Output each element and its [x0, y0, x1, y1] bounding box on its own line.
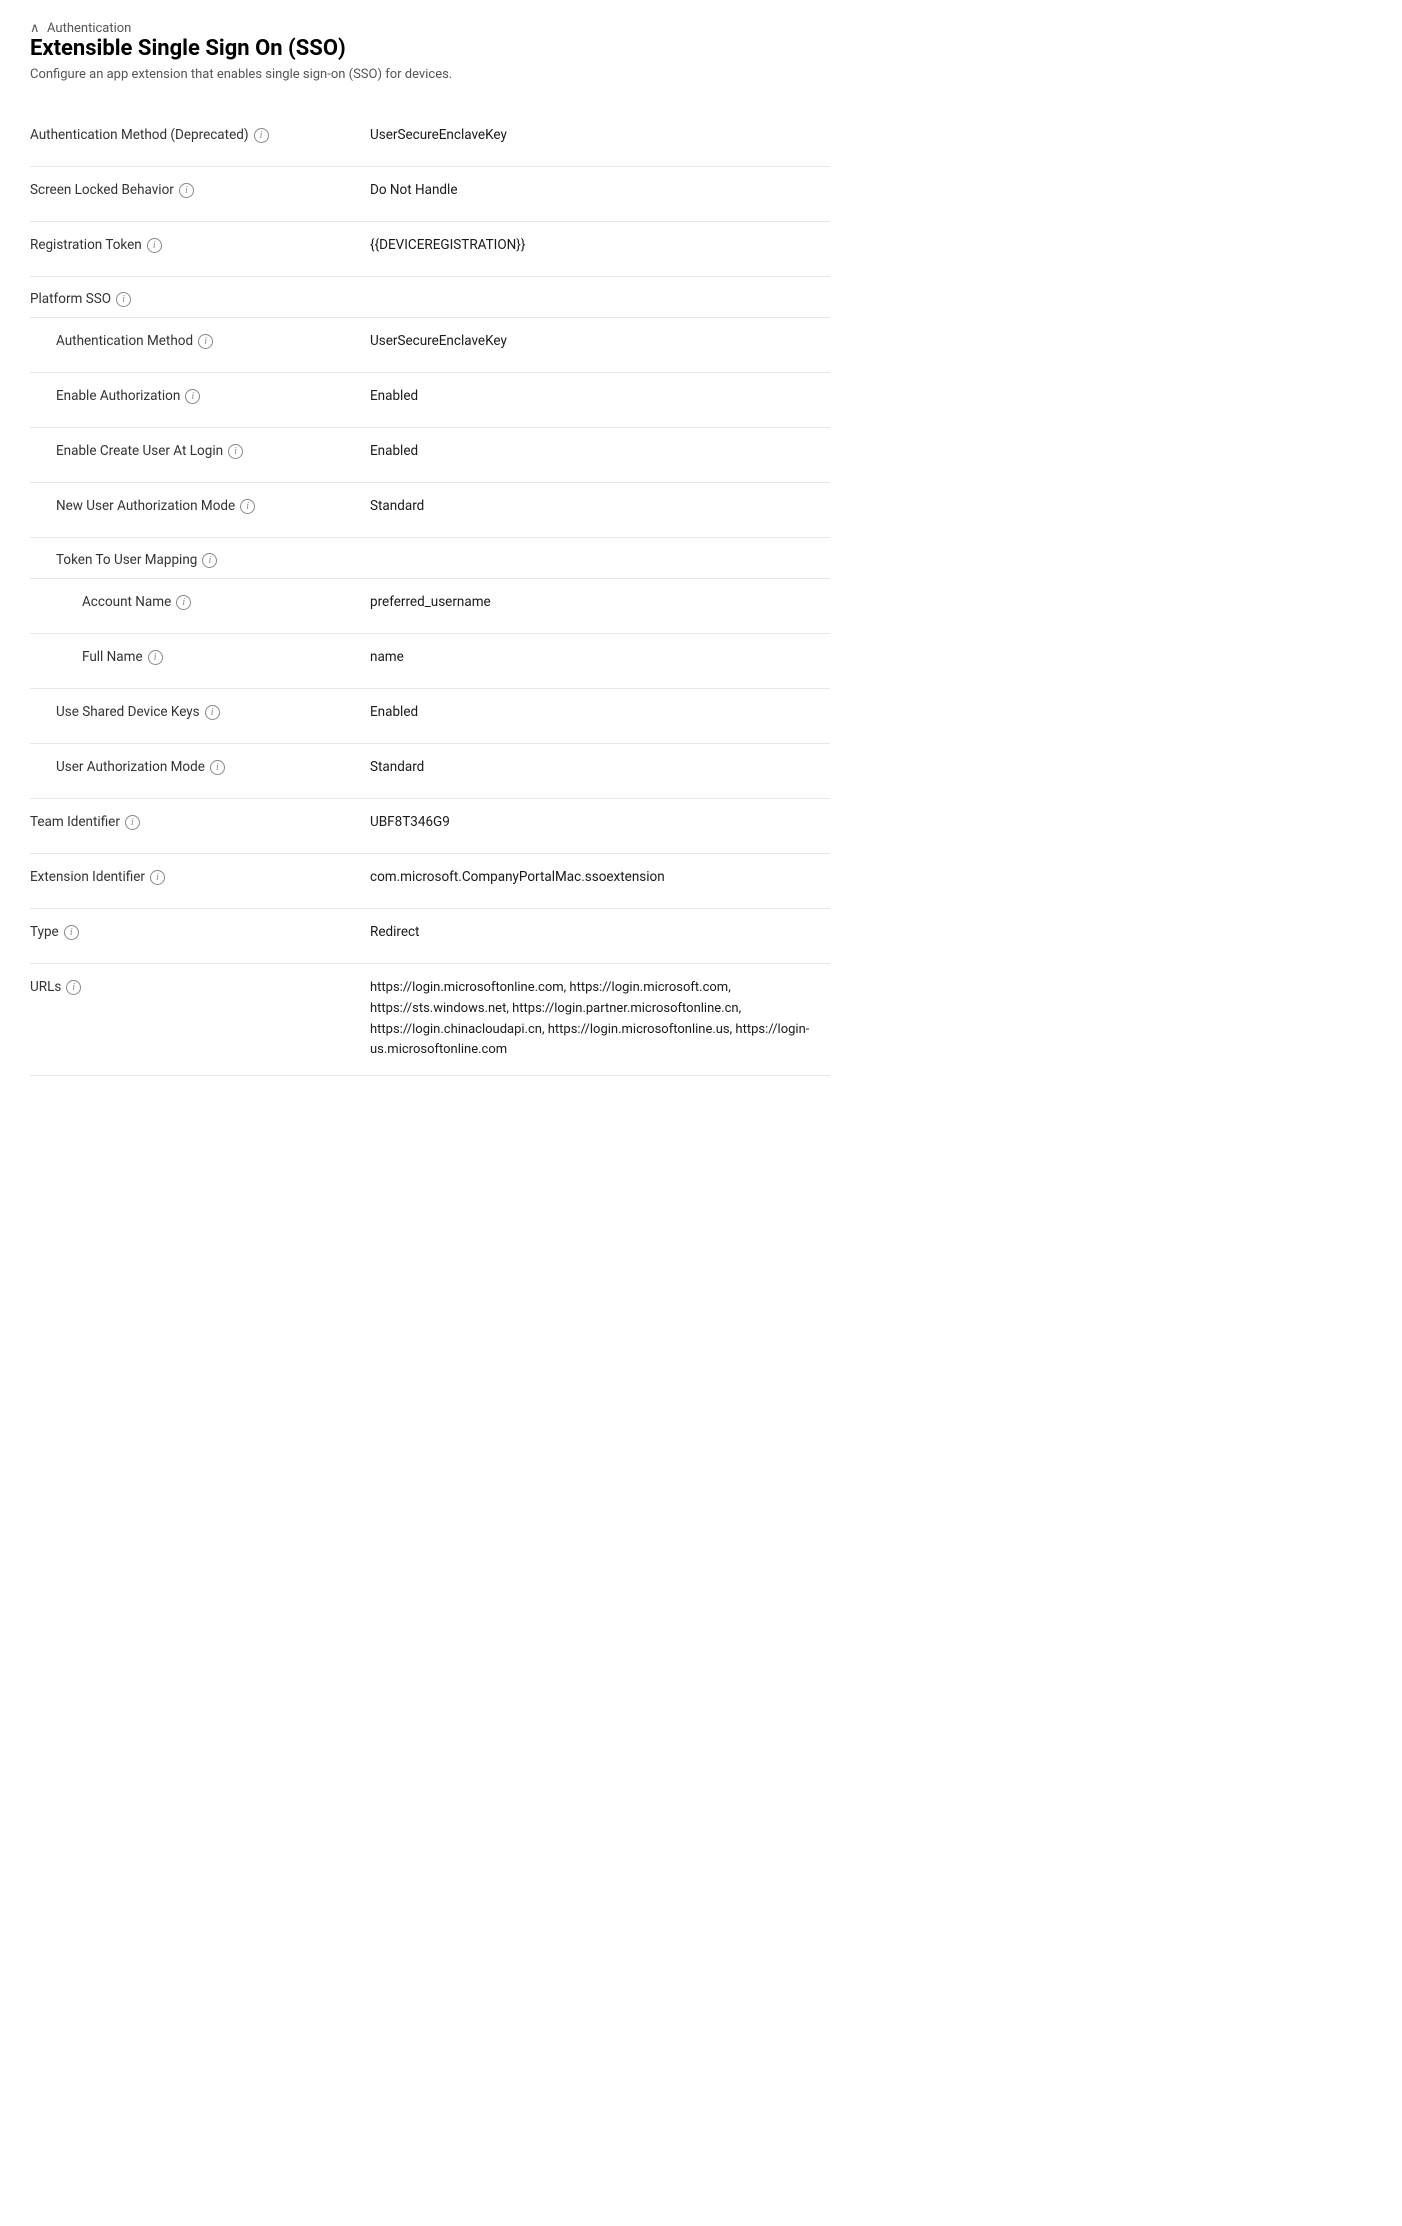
field-value-enable-create-user: Enabled: [370, 442, 830, 459]
section-token-user-mapping: Token To User Mapping i: [30, 538, 830, 578]
field-value-screen-locked-behavior: Do Not Handle: [370, 181, 830, 198]
field-value-use-shared-device-keys: Enabled: [370, 703, 830, 720]
field-row-team-identifier: Team Identifier i UBF8T346G9: [30, 799, 830, 853]
field-row-use-shared-device-keys: Use Shared Device Keys i Enabled: [30, 689, 830, 743]
fields-container: Authentication Method (Deprecated) i UserS…: [30, 112, 830, 1076]
info-icon-auth-method-deprecated[interactable]: i: [254, 128, 269, 143]
info-icon-enable-authorization[interactable]: i: [185, 389, 200, 404]
field-value-enable-authorization: Enabled: [370, 387, 830, 404]
field-label-text-extension-identifier: Extension Identifier: [30, 869, 145, 885]
field-label-text-new-user-auth-mode: New User Authorization Mode: [56, 498, 235, 514]
info-icon-type[interactable]: i: [64, 925, 79, 940]
field-label-text-registration-token: Registration Token: [30, 237, 142, 253]
info-icon-use-shared-device-keys[interactable]: i: [205, 705, 220, 720]
info-icon-auth-method[interactable]: i: [198, 334, 213, 349]
info-icon-new-user-auth-mode[interactable]: i: [240, 499, 255, 514]
field-label-text-full-name: Full Name: [82, 649, 143, 665]
info-icon-platform-sso[interactable]: i: [116, 292, 131, 307]
breadcrumb-text: Authentication: [47, 21, 131, 36]
field-row-auth-method-deprecated: Authentication Method (Deprecated) i UserS…: [30, 112, 830, 166]
field-label-text-auth-method: Authentication Method: [56, 333, 193, 349]
field-value-new-user-auth-mode: Standard: [370, 497, 830, 514]
field-value-account-name: preferred_username: [370, 593, 830, 610]
field-value-urls: https://login.microsoftonline.com, https…: [370, 978, 830, 1061]
field-label-new-user-auth-mode: New User Authorization Mode i: [30, 497, 370, 514]
info-icon-screen-locked-behavior[interactable]: i: [179, 183, 194, 198]
field-label-team-identifier: Team Identifier i: [30, 813, 370, 830]
field-row-account-name: Account Name i preferred_username: [30, 579, 830, 633]
info-icon-extension-identifier[interactable]: i: [150, 870, 165, 885]
info-icon-token-user-mapping[interactable]: i: [202, 553, 217, 568]
field-row-new-user-auth-mode: New User Authorization Mode i Standard: [30, 483, 830, 537]
field-value-user-auth-mode: Standard: [370, 758, 830, 775]
field-row-enable-create-user: Enable Create User At Login i Enabled: [30, 428, 830, 482]
field-label-account-name: Account Name i: [30, 593, 370, 610]
info-icon-team-identifier[interactable]: i: [125, 815, 140, 830]
field-label-auth-method-deprecated: Authentication Method (Deprecated) i: [30, 126, 370, 143]
field-row-extension-identifier: Extension Identifier i com.microsoft.Compa…: [30, 854, 830, 908]
field-row-registration-token: Registration Token i {{DEVICEREGISTRATION}…: [30, 222, 830, 276]
field-label-full-name: Full Name i: [30, 648, 370, 665]
breadcrumb-chevron: ∧: [30, 21, 40, 36]
field-value-extension-identifier: com.microsoft.CompanyPortalMac.ssoextens…: [370, 868, 830, 885]
field-label-text-screen-locked-behavior: Screen Locked Behavior: [30, 182, 174, 198]
field-label-text-account-name: Account Name: [82, 594, 171, 610]
field-row-auth-method: Authentication Method i UserSecureEnclaveK…: [30, 318, 830, 372]
field-value-team-identifier: UBF8T346G9: [370, 813, 830, 830]
field-label-text-enable-authorization: Enable Authorization: [56, 388, 180, 404]
field-label-registration-token: Registration Token i: [30, 236, 370, 253]
field-value-auth-method: UserSecureEnclaveKey: [370, 332, 830, 349]
field-label-screen-locked-behavior: Screen Locked Behavior i: [30, 181, 370, 198]
field-label-enable-create-user: Enable Create User At Login i: [30, 442, 370, 459]
section-label-text-platform-sso: Platform SSO: [30, 291, 111, 307]
field-label-text-urls: URLs: [30, 979, 61, 995]
field-row-urls: URLsihttps://login.microsoftonline.com, …: [30, 964, 830, 1075]
field-row-type: TypeiRedirect: [30, 909, 830, 963]
section-label-text-token-user-mapping: Token To User Mapping: [56, 552, 197, 568]
field-label-urls: URLsi: [30, 978, 370, 995]
field-label-extension-identifier: Extension Identifier i: [30, 868, 370, 885]
info-icon-enable-create-user[interactable]: i: [228, 444, 243, 459]
field-row-screen-locked-behavior: Screen Locked Behavior i Do Not Handle: [30, 167, 830, 221]
info-icon-registration-token[interactable]: i: [147, 238, 162, 253]
info-icon-account-name[interactable]: i: [176, 595, 191, 610]
field-value-registration-token: {{DEVICEREGISTRATION}}: [370, 236, 830, 253]
field-row-full-name: Full Name i name: [30, 634, 830, 688]
info-icon-urls[interactable]: i: [66, 980, 81, 995]
info-icon-full-name[interactable]: i: [148, 650, 163, 665]
field-value-auth-method-deprecated: UserSecureEnclaveKey: [370, 126, 830, 143]
field-label-text-use-shared-device-keys: Use Shared Device Keys: [56, 704, 200, 720]
field-row-enable-authorization: Enable Authorization i Enabled: [30, 373, 830, 427]
field-label-use-shared-device-keys: Use Shared Device Keys i: [30, 703, 370, 720]
field-label-user-auth-mode: User Authorization Mode i: [30, 758, 370, 775]
section-platform-sso: Platform SSO i: [30, 277, 830, 317]
page-description: Configure an app extension that enables …: [30, 67, 830, 82]
field-label-text-user-auth-mode: User Authorization Mode: [56, 759, 205, 775]
field-label-type: Typei: [30, 923, 370, 940]
page-title: Extensible Single Sign On (SSO): [30, 36, 830, 61]
breadcrumb: ∧ Authentication: [30, 20, 830, 36]
field-label-text-auth-method-deprecated: Authentication Method (Deprecated): [30, 127, 249, 143]
field-row-user-auth-mode: User Authorization Mode i Standard: [30, 744, 830, 798]
info-icon-user-auth-mode[interactable]: i: [210, 760, 225, 775]
field-label-text-team-identifier: Team Identifier: [30, 814, 120, 830]
field-value-type: Redirect: [370, 923, 830, 940]
field-label-text-type: Type: [30, 924, 59, 940]
field-value-full-name: name: [370, 648, 830, 665]
field-label-enable-authorization: Enable Authorization i: [30, 387, 370, 404]
field-label-text-enable-create-user: Enable Create User At Login: [56, 443, 223, 459]
field-label-auth-method: Authentication Method i: [30, 332, 370, 349]
